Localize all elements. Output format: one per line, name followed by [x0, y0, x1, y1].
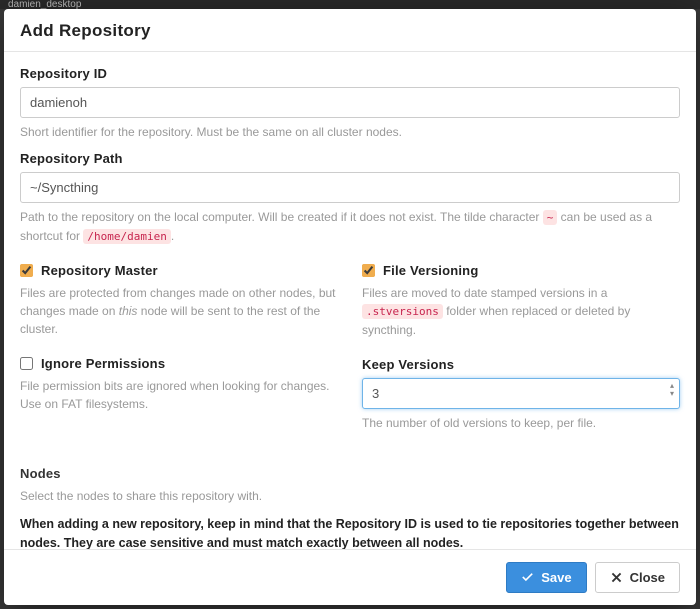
repository-path-input[interactable]: [20, 172, 680, 203]
ignore-permissions-checkbox[interactable]: [20, 357, 33, 370]
repository-master-block: Repository Master Files are protected fr…: [20, 263, 338, 338]
ignore-permissions-help: File permission bits are ignored when lo…: [20, 377, 338, 413]
file-versioning-checkbox[interactable]: [362, 264, 375, 277]
repository-path-help: Path to the repository on the local comp…: [20, 208, 680, 245]
close-icon: [610, 571, 623, 584]
repository-id-input[interactable]: [20, 87, 680, 118]
modal-footer: Save Close: [4, 549, 696, 605]
stversions-code: .stversions: [362, 304, 443, 319]
repository-id-note: When adding a new repository, keep in mi…: [20, 515, 680, 550]
modal-title: Add Repository: [20, 21, 680, 41]
repository-path-group: Repository Path Path to the repository o…: [20, 151, 680, 245]
keep-versions-help: The number of old versions to keep, per …: [362, 414, 680, 432]
repository-path-label: Repository Path: [20, 151, 680, 166]
home-path-code: /home/damien: [83, 229, 170, 244]
file-versioning-label: File Versioning: [383, 263, 478, 278]
modal-body: Repository ID Short identifier for the r…: [4, 52, 696, 549]
add-repository-modal: Add Repository Repository ID Short ident…: [4, 9, 696, 605]
tilde-code: ~: [543, 210, 558, 225]
repository-id-help: Short identifier for the repository. Mus…: [20, 123, 680, 141]
window-backdrop-hint: damien_desktop: [0, 0, 700, 9]
check-icon: [521, 571, 534, 584]
repository-id-group: Repository ID Short identifier for the r…: [20, 66, 680, 141]
repository-master-checkbox[interactable]: [20, 264, 33, 277]
chevron-down-icon[interactable]: ▾: [670, 390, 674, 398]
file-versioning-help: Files are moved to date stamped versions…: [362, 284, 680, 339]
repository-master-help: Files are protected from changes made on…: [20, 284, 338, 338]
keep-versions-label: Keep Versions: [362, 357, 680, 372]
nodes-heading: Nodes: [20, 466, 680, 481]
repository-id-label: Repository ID: [20, 66, 680, 81]
repository-master-label: Repository Master: [41, 263, 158, 278]
keep-versions-stepper[interactable]: ▴ ▾: [670, 382, 674, 398]
save-button[interactable]: Save: [506, 562, 586, 593]
modal-header: Add Repository: [4, 9, 696, 52]
keep-versions-block: Keep Versions ▴ ▾ The number of old vers…: [362, 357, 680, 432]
close-button[interactable]: Close: [595, 562, 680, 593]
keep-versions-input[interactable]: [362, 378, 680, 409]
ignore-permissions-label: Ignore Permissions: [41, 356, 165, 371]
nodes-help: Select the nodes to share this repositor…: [20, 487, 680, 505]
file-versioning-block: File Versioning Files are moved to date …: [362, 263, 680, 339]
ignore-permissions-block: Ignore Permissions File permission bits …: [20, 356, 338, 413]
